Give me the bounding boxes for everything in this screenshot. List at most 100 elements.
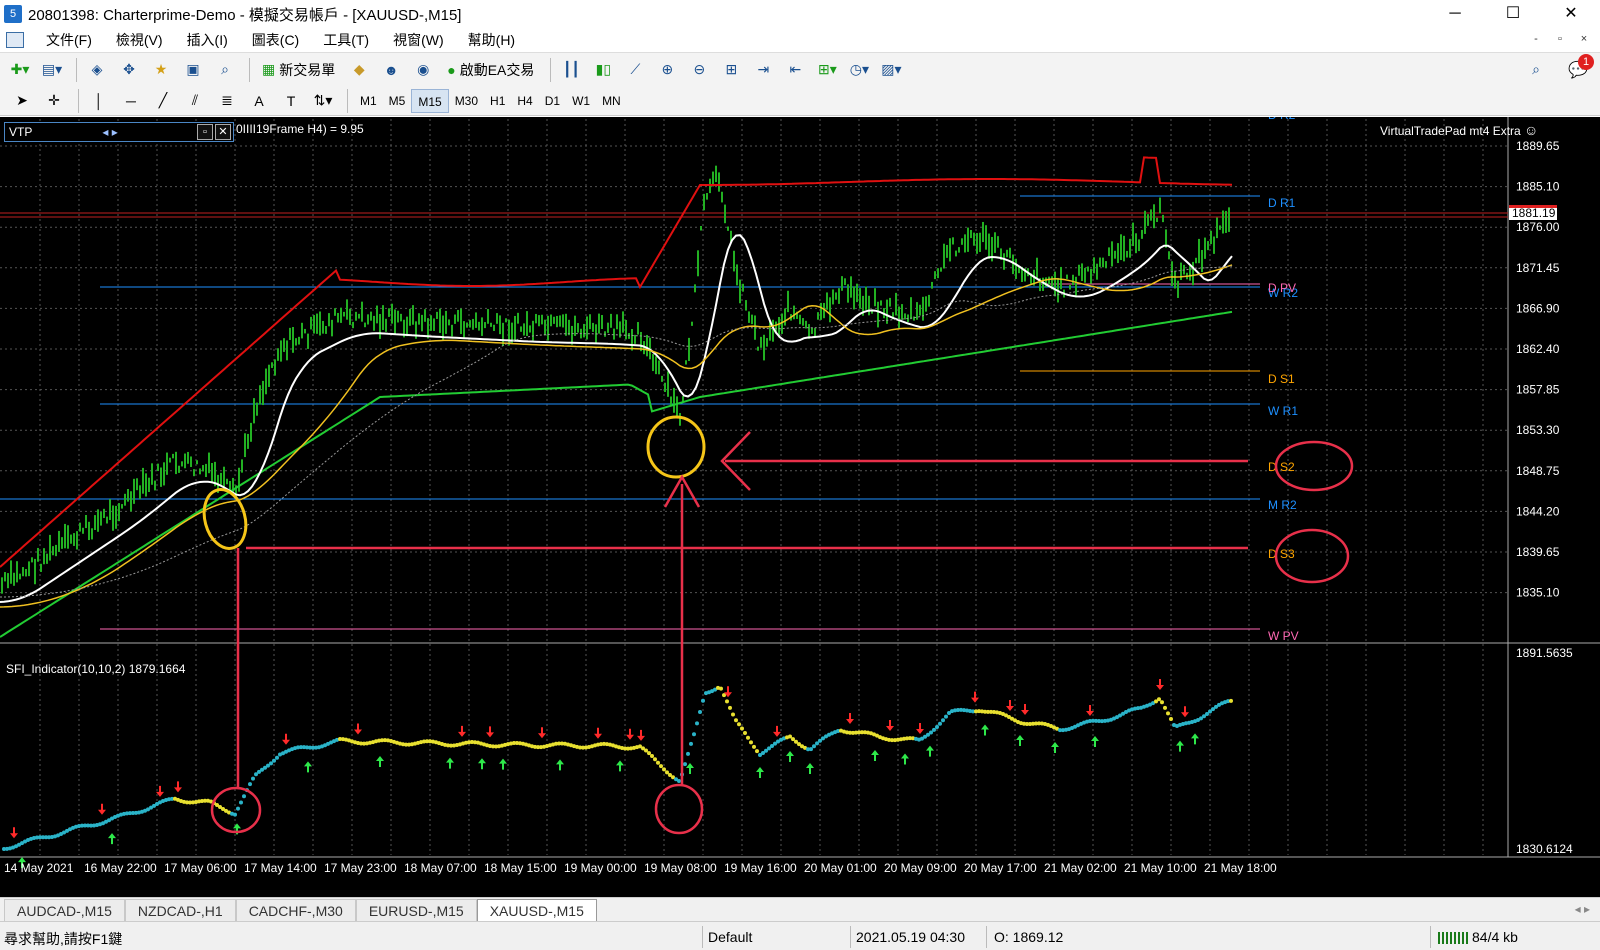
chart-tab[interactable]: NZDCAD-,H1 bbox=[124, 899, 236, 921]
sfi-point bbox=[932, 727, 936, 732]
timeframe-m30-button[interactable]: M30 bbox=[449, 89, 484, 113]
timeframe-w1-button[interactable]: W1 bbox=[566, 89, 596, 113]
menu-view[interactable]: 檢視(V) bbox=[104, 28, 175, 52]
document-icon[interactable] bbox=[6, 32, 24, 48]
pivot-label: D S1 bbox=[1268, 372, 1295, 386]
strategy-tester-icon[interactable]: ⌕ bbox=[211, 57, 239, 83]
time-axis-label: 18 May 15:00 bbox=[484, 861, 557, 875]
candlestick-icon[interactable]: ▮▯ bbox=[589, 57, 617, 83]
fibonacci-fan-icon[interactable]: ⫽ bbox=[181, 88, 209, 114]
price-chart[interactable]: 1889.65 1885.10 1876.00 1871.45 1866.90 1862.… bbox=[0, 108, 1600, 897]
vtp-close-button[interactable]: ✕ bbox=[215, 124, 231, 140]
status-open-price: O: 1869.12 bbox=[994, 929, 1064, 945]
close-button[interactable]: ✕ bbox=[1542, 0, 1600, 28]
indicators-icon[interactable]: ⊞▾ bbox=[813, 57, 841, 83]
price-tick-label: 1835.10 bbox=[1516, 586, 1560, 600]
zoom-out-icon[interactable]: ⊖ bbox=[685, 57, 713, 83]
timeframe-d1-button[interactable]: D1 bbox=[539, 89, 566, 113]
mdi-minimize-button[interactable]: - bbox=[1526, 30, 1546, 48]
sell-arrow-icon bbox=[886, 720, 894, 731]
vtp-extra-label: VirtualTradePad mt4 Extra bbox=[1380, 124, 1521, 138]
terminal-icon[interactable]: ▣ bbox=[179, 57, 207, 83]
crosshair-icon[interactable]: ✛ bbox=[40, 88, 68, 114]
tile-windows-icon[interactable]: ⊞ bbox=[717, 57, 745, 83]
sfi-indicator-title: SFI_Indicator(10,10,2) 1879.1664 bbox=[6, 662, 186, 676]
trendline-icon[interactable]: ╱ bbox=[149, 88, 177, 114]
fibonacci-retracement-icon[interactable]: ≣ bbox=[213, 88, 241, 114]
buy-arrow-icon bbox=[1016, 735, 1024, 746]
timeframe-m5-button[interactable]: M5 bbox=[383, 89, 412, 113]
sell-arrow-icon bbox=[1021, 704, 1029, 715]
menu-insert[interactable]: 插入(I) bbox=[175, 28, 240, 52]
vtp-panel[interactable]: VTP ◂ ▸ ▫ ✕ bbox=[4, 122, 234, 142]
chart-shift-icon[interactable]: ⇤ bbox=[781, 57, 809, 83]
buy-arrow-icon bbox=[304, 761, 312, 773]
timeframe-mn-button[interactable]: MN bbox=[596, 89, 627, 113]
sfi-point bbox=[944, 714, 948, 719]
sfi-point bbox=[938, 721, 942, 726]
timeframe-m15-button[interactable]: M15 bbox=[411, 88, 449, 113]
horizontal-line-icon[interactable]: ─ bbox=[117, 88, 145, 114]
sell-arrow-icon bbox=[486, 726, 494, 738]
chart-tab[interactable]: EURUSD-,M15 bbox=[355, 899, 477, 921]
vertical-line-icon[interactable]: │ bbox=[85, 88, 113, 114]
signals-icon[interactable]: ☻ bbox=[377, 57, 405, 83]
sfi-point bbox=[272, 758, 276, 763]
sell-arrow-icon bbox=[971, 691, 979, 703]
sell-arrow-icon bbox=[98, 803, 106, 815]
tab-scroll-arrows-icon[interactable]: ◂ ▸ bbox=[1575, 902, 1590, 916]
smiley-icon[interactable]: ☺ bbox=[1524, 122, 1538, 138]
vtp-nav-arrows-icon[interactable]: ◂ ▸ bbox=[102, 125, 117, 139]
sfi-point bbox=[755, 749, 759, 754]
menu-window[interactable]: 視窗(W) bbox=[381, 28, 456, 52]
chart-tab[interactable]: AUDCAD-,M15 bbox=[4, 899, 125, 921]
new-chart-icon[interactable]: ✚▾ bbox=[6, 57, 34, 83]
text-label-icon[interactable]: T bbox=[277, 88, 305, 114]
maximize-button[interactable]: ☐ bbox=[1484, 0, 1542, 28]
menu-tools[interactable]: 工具(T) bbox=[311, 28, 381, 52]
menu-file[interactable]: 文件(F) bbox=[34, 28, 104, 52]
search-icon[interactable]: ⌕ bbox=[1522, 57, 1550, 83]
chart-window[interactable]: 1889.65 1885.10 1876.00 1871.45 1866.90 1862.… bbox=[0, 108, 1600, 897]
price-tick-label: 1866.90 bbox=[1516, 301, 1560, 315]
buy-arrow-icon bbox=[376, 756, 384, 767]
templates-icon[interactable]: ▨▾ bbox=[877, 57, 905, 83]
pivot-label: W R1 bbox=[1268, 404, 1298, 418]
chart-tab[interactable]: CADCHF-,M30 bbox=[235, 899, 356, 921]
sfi-point bbox=[248, 782, 252, 787]
market-watch-icon[interactable]: ◈ bbox=[83, 57, 111, 83]
timeframe-m1-button[interactable]: M1 bbox=[354, 89, 383, 113]
zoom-in-icon[interactable]: ⊕ bbox=[653, 57, 681, 83]
menu-help[interactable]: 幫助(H) bbox=[456, 28, 527, 52]
text-icon[interactable]: A bbox=[245, 88, 273, 114]
sell-arrow-icon bbox=[10, 827, 18, 839]
market-icon[interactable]: ◉ bbox=[409, 57, 437, 83]
new-order-button[interactable]: ▦ 新交易單 bbox=[256, 57, 341, 83]
notifications-icon[interactable]: 💬 1 bbox=[1568, 53, 1595, 80]
mdi-restore-button[interactable]: ▫ bbox=[1550, 30, 1570, 48]
time-axis-label: 18 May 07:00 bbox=[404, 861, 477, 875]
vtp-restore-button[interactable]: ▫ bbox=[197, 124, 213, 140]
autoscroll-icon[interactable]: ⇥ bbox=[749, 57, 777, 83]
lower-band-line bbox=[0, 310, 1233, 638]
periods-icon[interactable]: ◷▾ bbox=[845, 57, 873, 83]
minimize-button[interactable]: ─ bbox=[1426, 0, 1484, 28]
navigator-icon[interactable]: ★ bbox=[147, 57, 175, 83]
cursor-icon[interactable]: ➤ bbox=[8, 88, 36, 114]
profiles-icon[interactable]: ▤▾ bbox=[38, 57, 66, 83]
arrows-icon[interactable]: ⇅▾ bbox=[309, 88, 337, 114]
timeframe-h4-button[interactable]: H4 bbox=[511, 89, 538, 113]
menu-charts[interactable]: 圖表(C) bbox=[240, 28, 311, 52]
mdi-close-button[interactable]: × bbox=[1574, 30, 1594, 48]
timeframe-h1-button[interactable]: H1 bbox=[484, 89, 511, 113]
data-window-icon[interactable]: ✥ bbox=[115, 57, 143, 83]
bar-chart-icon[interactable]: ┃┃ bbox=[557, 57, 585, 83]
chart-tab[interactable]: XAUUSD-,M15 bbox=[476, 899, 597, 921]
status-traffic: 84/4 kb bbox=[1438, 929, 1518, 945]
sfi-point bbox=[1157, 697, 1161, 702]
drawing-toolbar: ➤ ✛ │ ─ ╱ ⫽ ≣ A T ⇅▾ M1 M5 M15 M30 H1 H4 D1 W1 M… bbox=[0, 86, 1600, 116]
autotrading-button[interactable]: ● 啟動EA交易 bbox=[441, 57, 540, 83]
line-chart-icon[interactable]: ⟋ bbox=[621, 57, 649, 83]
metaeditor-icon[interactable]: ◆ bbox=[345, 57, 373, 83]
autotrading-icon: ● bbox=[447, 61, 456, 78]
